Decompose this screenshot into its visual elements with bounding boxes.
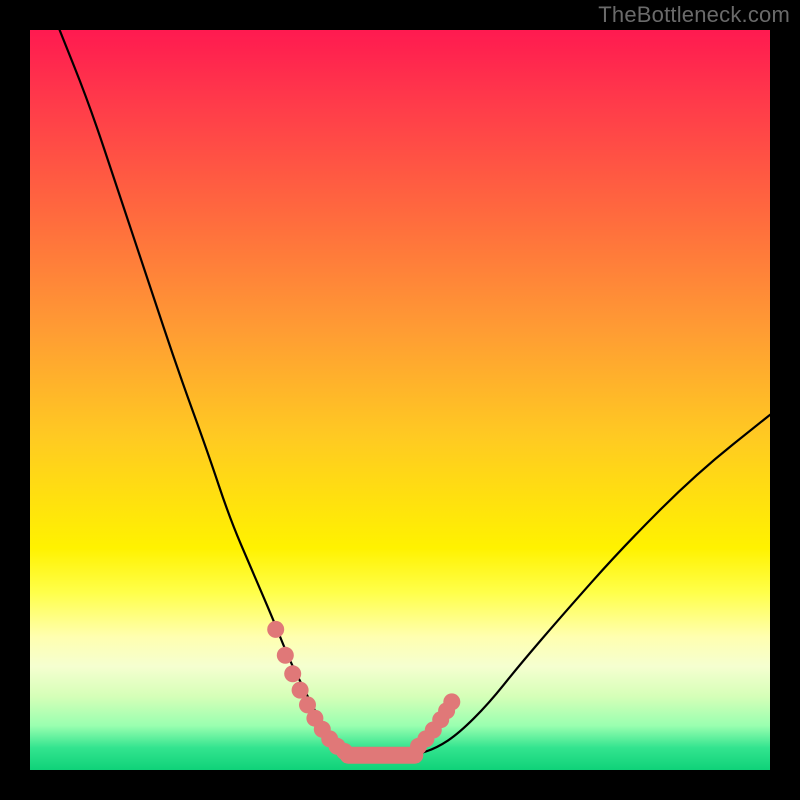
plot-area bbox=[30, 30, 770, 770]
curve-svg bbox=[30, 30, 770, 770]
highlight-dots-right bbox=[410, 693, 460, 754]
highlight-dot bbox=[443, 693, 460, 710]
highlight-dot bbox=[292, 682, 309, 699]
highlight-dot bbox=[336, 743, 353, 760]
highlight-dot bbox=[267, 621, 284, 638]
main-curve bbox=[60, 30, 770, 755]
highlight-dots-left bbox=[267, 621, 353, 760]
chart-container: TheBottleneck.com bbox=[0, 0, 800, 800]
highlight-dot bbox=[284, 665, 301, 682]
watermark-text: TheBottleneck.com bbox=[598, 2, 790, 28]
highlight-dot bbox=[277, 647, 294, 664]
